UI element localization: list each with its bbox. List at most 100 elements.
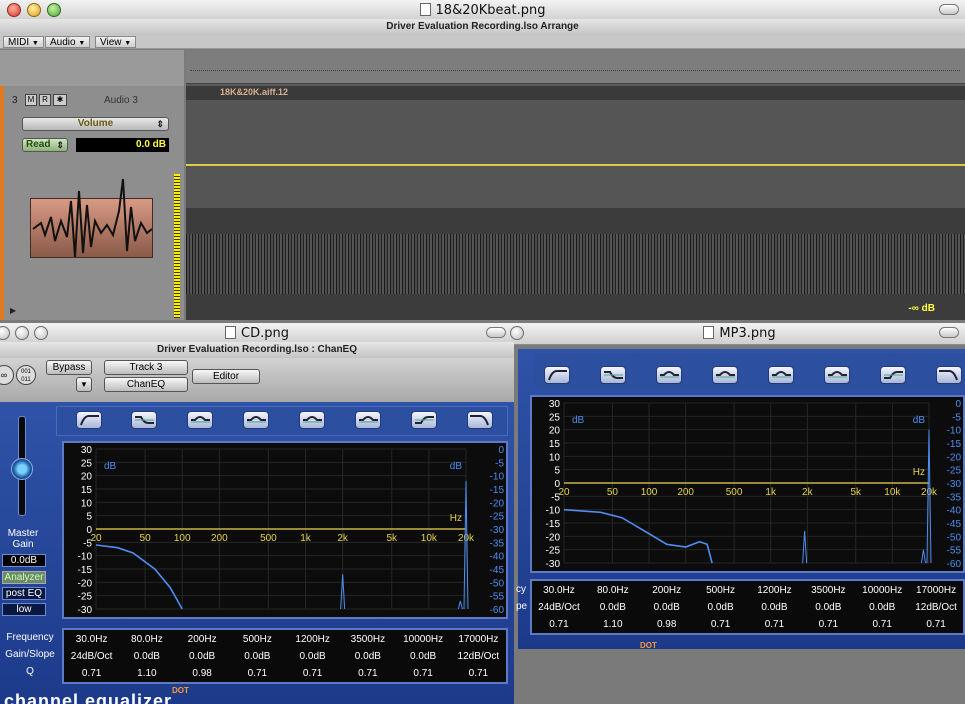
track-selector[interactable]: Track 3 <box>104 360 188 375</box>
track-header[interactable]: 3 M R ✱ Audio 3 Volume ⇕ Read ⇕ 0.0 dB ▶ <box>0 86 184 320</box>
lowcut-icon[interactable] <box>76 411 102 429</box>
band-gain[interactable]: 24dB/Oct <box>531 602 587 613</box>
band-q[interactable]: 0.71 <box>64 668 120 679</box>
bell-icon[interactable] <box>299 411 325 429</box>
band-q[interactable]: 0.98 <box>174 668 230 679</box>
band-frequency[interactable]: 30.0Hz <box>64 634 120 645</box>
band-gain[interactable]: 0.0dB <box>639 602 695 613</box>
band-q[interactable]: 0.71 <box>746 619 802 630</box>
mute-button[interactable]: M <box>25 94 37 106</box>
volume-automation-line[interactable] <box>186 164 965 166</box>
link-icon[interactable]: ∞ <box>0 365 14 385</box>
band-gain[interactable]: 0.0dB <box>800 602 856 613</box>
freeze-button[interactable]: ✱ <box>53 94 67 106</box>
band-frequency[interactable]: 80.0Hz <box>119 634 175 645</box>
band-frequency[interactable]: 500Hz <box>229 634 285 645</box>
toolbar-toggle-button[interactable] <box>939 4 959 15</box>
lowshelf-icon[interactable] <box>600 366 626 384</box>
band-gain[interactable]: 0.0dB <box>854 602 910 613</box>
band-frequency[interactable]: 30.0Hz <box>531 585 587 596</box>
toolbar-toggle-button[interactable] <box>939 327 959 338</box>
band-q[interactable]: 0.71 <box>908 619 964 630</box>
band-q[interactable]: 0.71 <box>854 619 910 630</box>
highshelf-icon[interactable] <box>880 366 906 384</box>
bell-icon[interactable] <box>824 366 850 384</box>
band-frequency[interactable]: 1200Hz <box>746 585 802 596</box>
band-frequency[interactable]: 80.0Hz <box>585 585 641 596</box>
analyzer-button[interactable]: Analyzer <box>2 571 46 584</box>
bell-icon[interactable] <box>656 366 682 384</box>
band-gain[interactable]: 0.0dB <box>119 651 175 662</box>
analyzer-mode-select[interactable]: post EQ <box>2 587 46 600</box>
plugin-selector[interactable]: ChanEQ <box>104 377 188 392</box>
band-gain[interactable]: 0.0dB <box>693 602 749 613</box>
band-frequency[interactable]: 200Hz <box>174 634 230 645</box>
arrange-area[interactable]: 18K&20K.aiff.12 -∞ dB <box>186 50 965 320</box>
band-gain[interactable]: 0.0dB <box>174 651 230 662</box>
lowcut-icon[interactable] <box>544 366 570 384</box>
band-gain[interactable]: 24dB/Oct <box>64 651 120 662</box>
toolbar-toggle-button[interactable] <box>486 327 506 338</box>
master-gain-value[interactable]: 0.0dB <box>2 554 46 567</box>
band-gain[interactable]: 0.0dB <box>395 651 451 662</box>
automation-lane[interactable] <box>186 100 965 208</box>
band-q[interactable]: 1.10 <box>585 619 641 630</box>
audio-region[interactable]: 18K&20K.aiff.12 -∞ dB <box>186 86 965 320</box>
bell-icon[interactable] <box>712 366 738 384</box>
lowshelf-icon[interactable] <box>131 411 157 429</box>
bell-icon[interactable] <box>355 411 381 429</box>
band-q[interactable]: 0.71 <box>800 619 856 630</box>
band-q[interactable]: 0.71 <box>285 668 341 679</box>
band-gain[interactable]: 12dB/Oct <box>908 602 964 613</box>
view-menu[interactable]: View ▼ <box>95 36 137 48</box>
band-q[interactable]: 0.71 <box>531 619 587 630</box>
audio-menu[interactable]: Audio ▼ <box>45 36 91 48</box>
automation-mode-select[interactable]: Read ⇕ <box>22 138 68 152</box>
band-q[interactable]: 0.71 <box>229 668 285 679</box>
compare-icon[interactable]: 001 011 <box>16 365 36 385</box>
band-q[interactable]: 0.98 <box>639 619 695 630</box>
preset-menu-button[interactable]: ▼ <box>76 377 92 392</box>
mp3-titlebar[interactable]: MP3.png <box>510 323 965 345</box>
bell-icon[interactable] <box>187 411 213 429</box>
band-q[interactable]: 0.71 <box>340 668 396 679</box>
editor-button[interactable]: Editor <box>192 369 260 384</box>
band-gain[interactable]: 0.0dB <box>285 651 341 662</box>
automation-value[interactable]: 0.0 dB <box>76 138 169 152</box>
band-frequency[interactable]: 1200Hz <box>285 634 341 645</box>
highcut-icon[interactable] <box>936 366 962 384</box>
highcut-icon[interactable] <box>467 411 493 429</box>
band-q[interactable]: 0.71 <box>693 619 749 630</box>
band-gain[interactable]: 0.0dB <box>229 651 285 662</box>
band-frequency[interactable]: 3500Hz <box>800 585 856 596</box>
chevron-down-icon: ▼ <box>80 380 88 389</box>
band-gain[interactable]: 0.0dB <box>340 651 396 662</box>
band-gain[interactable]: 12dB/Oct <box>450 651 506 662</box>
band-frequency[interactable]: 500Hz <box>693 585 749 596</box>
band-q[interactable]: 1.10 <box>119 668 175 679</box>
record-button[interactable]: R <box>39 94 51 106</box>
eq-graph[interactable]: 30 0 25 -5 20 -10 15 -15 10 -20 5 -25 0 -30 -5 -35 -10 -4… <box>62 441 508 619</box>
midi-menu[interactable]: MIDI ▼ <box>3 36 44 48</box>
bypass-button[interactable]: Bypass <box>46 360 92 375</box>
band-frequency[interactable]: 3500Hz <box>340 634 396 645</box>
play-triangle-icon[interactable]: ▶ <box>10 306 16 315</box>
band-q[interactable]: 0.71 <box>395 668 451 679</box>
band-frequency[interactable]: 17000Hz <box>450 634 506 645</box>
band-frequency[interactable]: 17000Hz <box>908 585 964 596</box>
band-frequency[interactable]: 10000Hz <box>395 634 451 645</box>
band-q[interactable]: 0.71 <box>450 668 506 679</box>
eq-curve[interactable] <box>95 544 183 610</box>
bell-icon[interactable] <box>243 411 269 429</box>
timeline-ruler[interactable] <box>186 50 965 84</box>
highshelf-icon[interactable] <box>411 411 437 429</box>
automation-parameter-select[interactable]: Volume ⇕ <box>22 117 169 131</box>
band-frequency[interactable]: 200Hz <box>639 585 695 596</box>
band-frequency[interactable]: 10000Hz <box>854 585 910 596</box>
eq-graph[interactable]: 30 0 25 -5 20 -10 15 -15 10 -20 5 -25 0 -30 -5 -35 -10 -4… <box>530 395 965 573</box>
band-gain[interactable]: 0.0dB <box>746 602 802 613</box>
band-gain[interactable]: 0.0dB <box>585 602 641 613</box>
master-gain-knob[interactable] <box>11 458 33 480</box>
analyzer-resolution-select[interactable]: low <box>2 603 46 616</box>
bell-icon[interactable] <box>768 366 794 384</box>
